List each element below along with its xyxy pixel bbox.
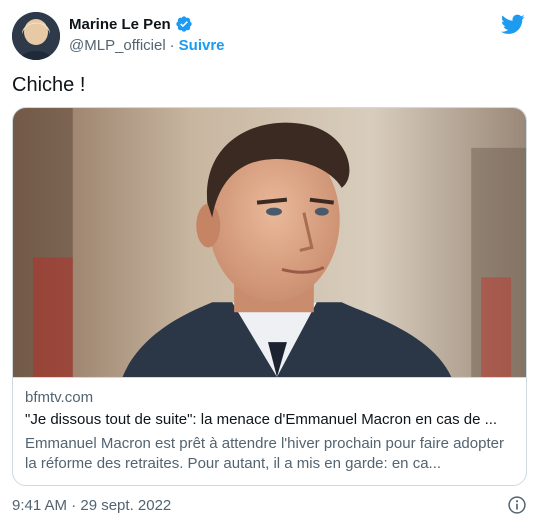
author-handle-row: @MLP_officiel · Suivre [69,37,225,54]
avatar-image [12,12,60,60]
avatar[interactable] [12,12,60,60]
tweet-embed: Marine Le Pen @MLP_officiel · Suivre Chi… [0,0,537,522]
author-display-name[interactable]: Marine Le Pen [69,16,171,33]
card-description: Emmanuel Macron est prêt à attendre l'hi… [25,435,504,472]
author-name-row: Marine Le Pen [69,15,193,33]
card-domain: bfmtv.com [25,389,94,406]
follow-button[interactable]: Suivre [179,37,225,54]
card-body: bfmtv.com "Je dissous tout de suite": la… [13,378,526,474]
info-icon[interactable] [507,495,527,515]
author-handle[interactable]: @MLP_officiel [69,37,166,54]
card-title[interactable]: "Je dissous tout de suite": la menace d'… [25,410,514,430]
tweet-timestamp[interactable]: 9:41 AM · 29 sept. 2022 [12,497,171,514]
separator-dot: · [169,37,175,54]
twitter-bird-icon[interactable] [500,12,525,36]
link-preview-card[interactable]: bfmtv.com "Je dissous tout de suite": la… [12,107,527,486]
card-image [13,108,526,378]
verified-badge-icon [175,15,193,33]
tweet-text: Chiche ! [12,74,86,96]
